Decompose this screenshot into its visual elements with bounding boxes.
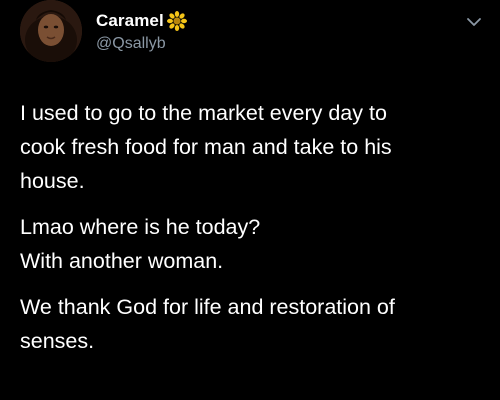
name-row: Caramel [96, 10, 187, 32]
display-name[interactable]: Caramel [96, 11, 164, 31]
tweet-text: I used to go to the market every day to … [20, 96, 490, 370]
tweet-line: I used to go to the market every day to [20, 101, 387, 125]
tweet-paragraph: We thank God for life and restoration of… [20, 290, 490, 358]
tweet-paragraph: I used to go to the market every day to … [20, 96, 490, 198]
avatar-photo [20, 0, 82, 62]
user-handle[interactable]: @Qsallyb [96, 35, 166, 53]
tweet-paragraph: Lmao where is he today? With another wom… [20, 210, 490, 278]
tweet-line: We thank God for life and restoration of [20, 295, 395, 319]
tweet-line: With another woman. [20, 249, 224, 273]
sunflower-icon [166, 11, 187, 31]
tweet-line: Lmao where is he today? [20, 215, 261, 239]
chevron-down-icon[interactable] [466, 14, 482, 30]
avatar[interactable] [20, 0, 82, 62]
tweet-line: senses. [20, 329, 95, 353]
tweet-card: Caramel @Qsallyb I used to go to the mar… [0, 0, 500, 400]
tweet-line: cook fresh food for man and take to his [20, 135, 392, 159]
tweet-line: house. [20, 169, 85, 193]
